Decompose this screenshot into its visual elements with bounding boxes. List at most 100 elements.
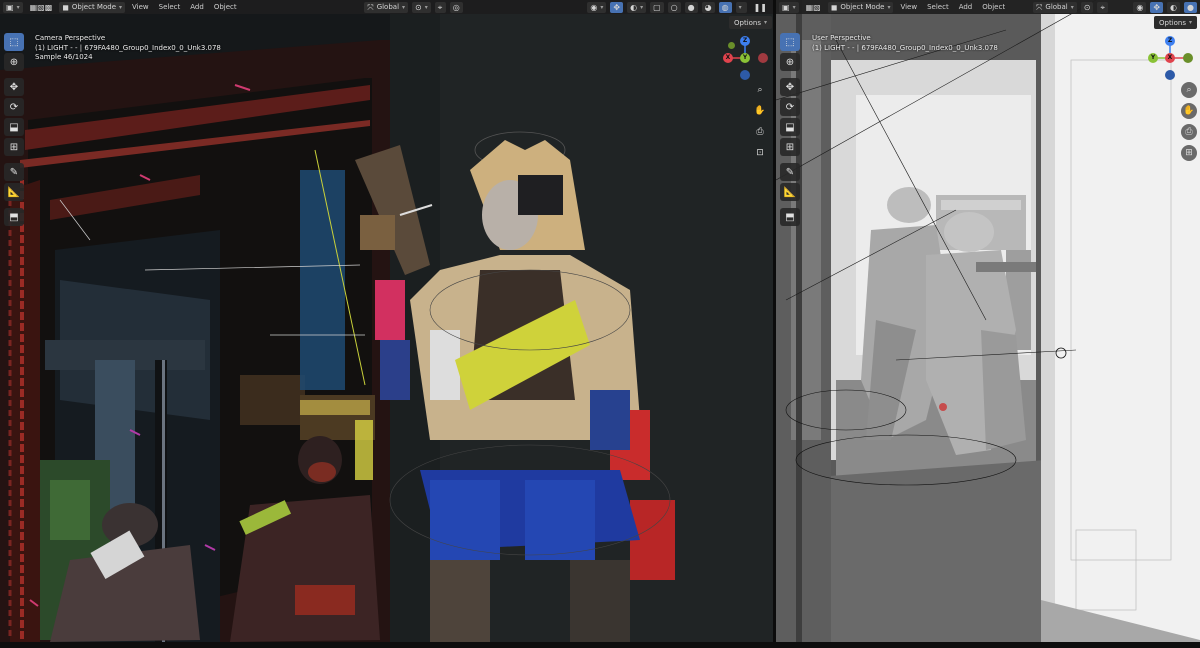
editor-type-button[interactable]: ▣ ▾ [3, 1, 23, 13]
gizmo-y-axis[interactable]: Y [740, 53, 750, 63]
annotate-icon[interactable]: ✎ [4, 163, 24, 181]
shading-material[interactable]: ◕ [701, 1, 715, 13]
move-icon[interactable]: ✥ [4, 78, 24, 96]
visibility-dropdown[interactable]: ◉ [1133, 1, 1147, 13]
scale-icon[interactable]: ⬓ [4, 118, 24, 136]
menu-object[interactable]: Object [211, 3, 240, 11]
viewport-info-overlay: Camera Perspective (1) LIGHT - - | 679FA… [35, 34, 221, 63]
gizmo-z-axis[interactable]: Z [740, 36, 750, 46]
gizmo-neg-x-axis[interactable] [758, 53, 768, 63]
mode-label: Object Mode [71, 3, 117, 11]
eye-icon: ◉ [590, 2, 598, 12]
cursor-icon[interactable]: ⊕ [780, 53, 800, 71]
transform-icon[interactable]: ⊞ [4, 138, 24, 156]
menu-view[interactable]: View [897, 3, 920, 11]
proportional-edit-toggle[interactable]: ◎ [449, 1, 463, 13]
options-dropdown[interactable]: Options ▾ [729, 16, 773, 29]
lock-icon[interactable]: ⊡ [752, 145, 768, 161]
select-box-icon[interactable]: ⬚ [4, 33, 24, 51]
add-cube-icon[interactable]: ⬒ [4, 208, 24, 226]
active-object-text: (1) LIGHT - - | 679FA480_Group0_Index0_0… [812, 43, 998, 52]
orientation-label: Global [1045, 3, 1068, 11]
mode-dropdown[interactable]: ◼ Object Mode ▾ [827, 1, 894, 13]
shading-wireframe[interactable]: ○ [667, 1, 681, 13]
status-bar [0, 642, 1200, 648]
active-object-text: (1) LIGHT - - | 679FA480_Group0_Index0_0… [35, 43, 221, 52]
gizmo-icon: ✥ [613, 2, 621, 12]
visibility-dropdown[interactable]: ◉ ▾ [587, 1, 607, 13]
hand-pan-icon[interactable]: ✋ [1181, 103, 1197, 119]
overlays-toggle[interactable]: ◐ ▾ [627, 1, 647, 13]
gizmo-neg-y-axis[interactable] [728, 42, 735, 49]
selection-mode-buttons[interactable]: ▦▧ [803, 2, 824, 13]
right-viewport[interactable]: ▣ ▾ ▦▧ ◼ Object Mode ▾ View Select Add Obje… [776, 0, 1200, 642]
rotate-icon[interactable]: ⟳ [780, 98, 800, 116]
gizmo-neg-z-axis[interactable] [1165, 70, 1175, 80]
menu-add[interactable]: Add [956, 3, 976, 11]
transform-icon[interactable]: ⊞ [780, 138, 800, 156]
selection-mode-buttons[interactable]: ▦▧▩ [27, 2, 56, 13]
snap-icon: ⌖ [1100, 2, 1105, 12]
proportional-icon: ◎ [452, 2, 460, 12]
rendered-shading-icon: ◍ [721, 2, 729, 12]
eye-icon: ◉ [1136, 2, 1144, 12]
pause-icon: ❚❚ [753, 2, 767, 12]
gizmo-neg-z-axis[interactable] [740, 70, 750, 80]
gizmo-x-axis[interactable]: X [723, 53, 733, 63]
pivot-dropdown[interactable]: ⊙ [1080, 1, 1094, 13]
chevron-down-icon: ▾ [600, 3, 604, 11]
shading-solid[interactable]: ● [1184, 1, 1198, 13]
annotate-icon[interactable]: ✎ [780, 163, 800, 181]
camera-icon[interactable]: ⎙ [1181, 124, 1197, 140]
gizmo-x-axis[interactable]: X [1165, 53, 1175, 63]
navigation-gizmo[interactable]: Z Y X [1146, 34, 1194, 82]
grid-icon[interactable]: ⊞ [1181, 145, 1197, 161]
scale-icon[interactable]: ⬓ [780, 118, 800, 136]
menu-view[interactable]: View [129, 3, 152, 11]
chevron-down-icon: ▾ [1189, 19, 1193, 26]
menu-object[interactable]: Object [979, 3, 1008, 11]
measure-icon[interactable]: 📐 [780, 183, 800, 201]
chevron-down-icon: ▾ [738, 3, 742, 11]
chevron-down-icon: ▾ [119, 3, 123, 11]
hand-pan-icon[interactable]: ✋ [752, 103, 768, 119]
zoom-icon[interactable]: ⌕ [752, 82, 768, 98]
snap-toggle[interactable]: ⌖ [1097, 1, 1109, 13]
gizmo-y-axis[interactable]: Y [1148, 53, 1158, 63]
select-box-icon[interactable]: ⬚ [780, 33, 800, 51]
transform-orientation-dropdown[interactable]: ⤧ Global ▾ [364, 1, 409, 13]
right-viewport-header: ▣ ▾ ▦▧ ◼ Object Mode ▾ View Select Add Obje… [776, 0, 1200, 14]
viewport-info-overlay: User Perspective (1) LIGHT - - | 679FA48… [812, 34, 998, 53]
add-cube-icon[interactable]: ⬒ [780, 208, 800, 226]
gizmo-z-axis[interactable]: Z [1165, 36, 1175, 46]
left-viewport[interactable]: ▣ ▾ ▦▧▩ ◼ Object Mode ▾ View Select Add Obj… [0, 0, 773, 642]
mode-dropdown[interactable]: ◼ Object Mode ▾ [59, 1, 126, 13]
rotate-icon[interactable]: ⟳ [4, 98, 24, 116]
shading-dropdown[interactable]: ▾ [735, 1, 747, 13]
pivot-dropdown[interactable]: ⊙ ▾ [412, 1, 431, 13]
chevron-down-icon: ▾ [792, 3, 796, 11]
xray-toggle[interactable]: ▢ [650, 1, 664, 13]
navigation-gizmo[interactable]: Z X Y [721, 34, 769, 82]
viewport-icon: ▣ [6, 2, 14, 12]
menu-add[interactable]: Add [187, 3, 207, 11]
shading-rendered[interactable]: ◍ [718, 1, 732, 13]
cursor-icon[interactable]: ⊕ [4, 53, 24, 71]
menu-select[interactable]: Select [156, 3, 184, 11]
measure-icon[interactable]: 📐 [4, 183, 24, 201]
options-dropdown[interactable]: Options ▾ [1154, 16, 1198, 29]
overlays-toggle[interactable]: ◐ [1167, 1, 1181, 13]
snap-toggle[interactable]: ⌖ [434, 1, 446, 13]
gizmo-neg-y-axis[interactable] [1183, 53, 1193, 63]
transform-orientation-dropdown[interactable]: ⤧ Global ▾ [1032, 1, 1077, 13]
gizmo-toggle[interactable]: ✥ [610, 1, 624, 13]
pause-render-button[interactable]: ❚❚ [751, 2, 770, 13]
move-icon[interactable]: ✥ [780, 78, 800, 96]
viewport-icon: ▣ [782, 2, 790, 12]
shading-solid[interactable]: ● [684, 1, 698, 13]
gizmo-toggle[interactable]: ✥ [1150, 1, 1164, 13]
menu-select[interactable]: Select [924, 3, 952, 11]
editor-type-button[interactable]: ▣ ▾ [779, 1, 799, 13]
zoom-icon[interactable]: ⌕ [1181, 82, 1197, 98]
camera-icon[interactable]: ⎙ [752, 124, 768, 140]
